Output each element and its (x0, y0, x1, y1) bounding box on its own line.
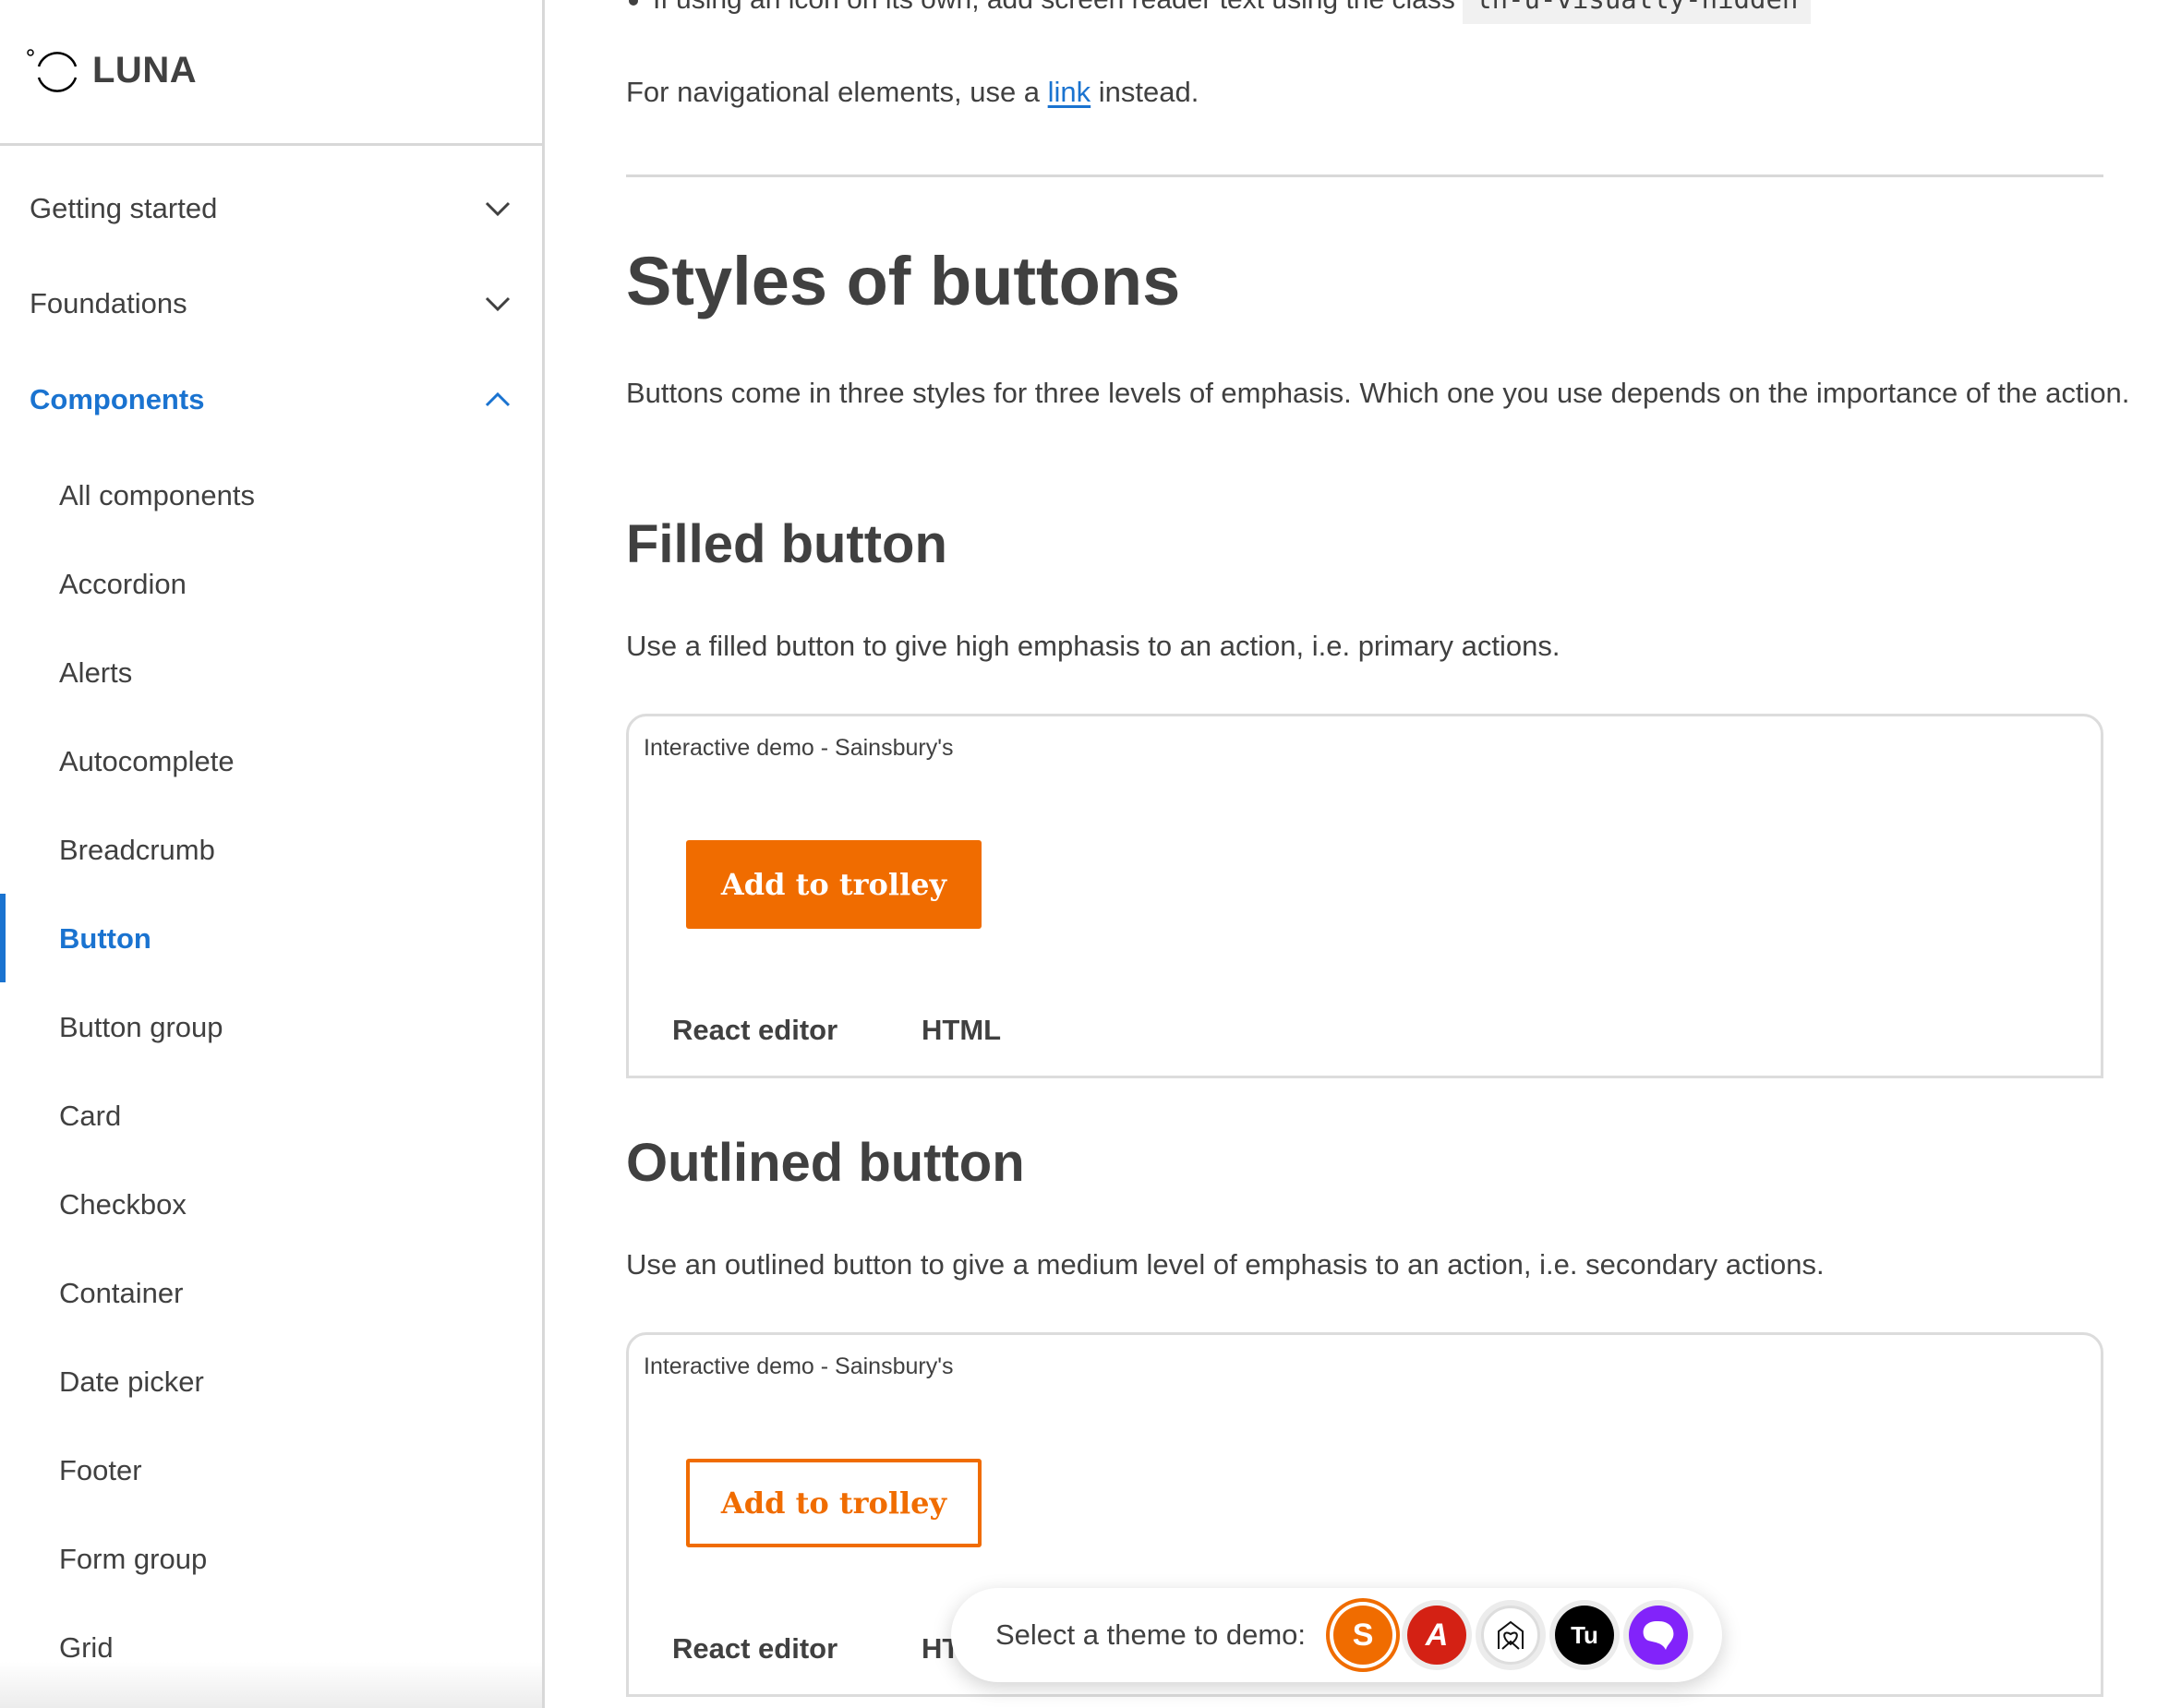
theme-sainsburys[interactable]: S (1333, 1606, 1393, 1665)
theme-nectar[interactable] (1629, 1606, 1689, 1665)
link-link[interactable]: link (1048, 76, 1091, 108)
luna-logo-icon (27, 49, 78, 92)
inline-code: ln-u-visually-hidden (1463, 0, 1812, 24)
scroll-fade (0, 1662, 542, 1708)
navigation-note: For navigational elements, use a link in… (626, 76, 1199, 109)
sidebar-section-label: Components (30, 383, 205, 415)
section-divider (626, 174, 2103, 177)
outlined-button-heading: Outlined button (626, 1133, 1025, 1193)
sidebar-section-label: Foundations (30, 287, 187, 319)
sidebar-item-autocomplete[interactable]: Autocomplete (59, 734, 235, 789)
theme-picker-label: Select a theme to demo: (995, 1618, 1307, 1651)
sidebar-item-form-group[interactable]: Form group (59, 1532, 207, 1587)
demo-label: Interactive demo - Sainsbury's (644, 735, 954, 761)
bullet-text: If using an icon on its own, add screen … (653, 0, 1455, 15)
active-indicator (0, 894, 6, 982)
sidebar-item-footer[interactable]: Footer (59, 1443, 142, 1498)
chevron-up-icon (485, 391, 511, 407)
page-section-title: Styles of buttons (626, 243, 1181, 319)
sidebar-section-label: Getting started (30, 192, 218, 224)
speech-bubble-icon (1643, 1621, 1674, 1650)
outlined-button-description: Use an outlined button to give a medium … (626, 1248, 1825, 1281)
tab-html[interactable]: HTML (922, 1014, 1001, 1047)
sidebar-item-accordion[interactable]: Accordion (59, 557, 187, 612)
main-content: If using an icon on its own, add screen … (548, 0, 2181, 1708)
theme-habitat[interactable] (1481, 1606, 1541, 1665)
theme-tu[interactable]: Tu (1555, 1606, 1615, 1665)
chevron-down-icon (485, 296, 511, 312)
demo-label: Interactive demo - Sainsbury's (644, 1353, 954, 1379)
note-text: For navigational elements, use a (626, 76, 1048, 108)
argos-logo-icon: A (1425, 1617, 1449, 1653)
tab-react-editor[interactable]: React editor (672, 1014, 837, 1047)
sidebar-item-button[interactable]: Button (59, 911, 151, 967)
add-to-trolley-outlined-button[interactable]: Add to trolley (686, 1459, 982, 1547)
sidebar-item-date-picker[interactable]: Date picker (59, 1354, 204, 1410)
sidebar-item-card[interactable]: Card (59, 1089, 121, 1144)
filled-button-description: Use a filled button to give high emphasi… (626, 630, 1560, 662)
sainsburys-logo-icon: S (1352, 1617, 1374, 1653)
sidebar-item-button-group[interactable]: Button group (59, 1000, 223, 1055)
sidebar-section-components[interactable]: Components (30, 372, 519, 427)
sidebar-item-checkbox[interactable]: Checkbox (59, 1177, 187, 1233)
chevron-down-icon (485, 201, 511, 217)
filled-button-demo: Interactive demo - Sainsbury's Add to tr… (626, 714, 2103, 1078)
sidebar-item-alerts[interactable]: Alerts (59, 645, 132, 701)
bullet-item: If using an icon on its own, add screen … (629, 0, 1812, 24)
brand-name: LUNA (92, 50, 198, 90)
sidebar-section-getting-started[interactable]: Getting started (30, 181, 519, 236)
sidebar-item-container[interactable]: Container (59, 1266, 183, 1321)
tab-react-editor[interactable]: React editor (672, 1632, 837, 1666)
logo[interactable]: LUNA (0, 0, 545, 146)
tu-logo-icon: Tu (1571, 1620, 1598, 1649)
sidebar: LUNA Getting started Foundations Compone… (0, 0, 545, 1708)
theme-picker: Select a theme to demo: S A Tu (951, 1588, 1722, 1682)
add-to-trolley-filled-button[interactable]: Add to trolley (686, 840, 982, 929)
home-heart-icon (1498, 1620, 1524, 1650)
sidebar-item-breadcrumb[interactable]: Breadcrumb (59, 823, 215, 878)
theme-argos[interactable]: A (1407, 1606, 1467, 1665)
note-text-end: instead. (1090, 76, 1199, 108)
intro-text: Buttons come in three styles for three l… (626, 377, 2130, 409)
sidebar-section-foundations[interactable]: Foundations (30, 276, 519, 331)
bullet-icon (629, 0, 638, 6)
filled-button-heading: Filled button (626, 514, 947, 574)
sidebar-item-all-components[interactable]: All components (59, 468, 255, 523)
